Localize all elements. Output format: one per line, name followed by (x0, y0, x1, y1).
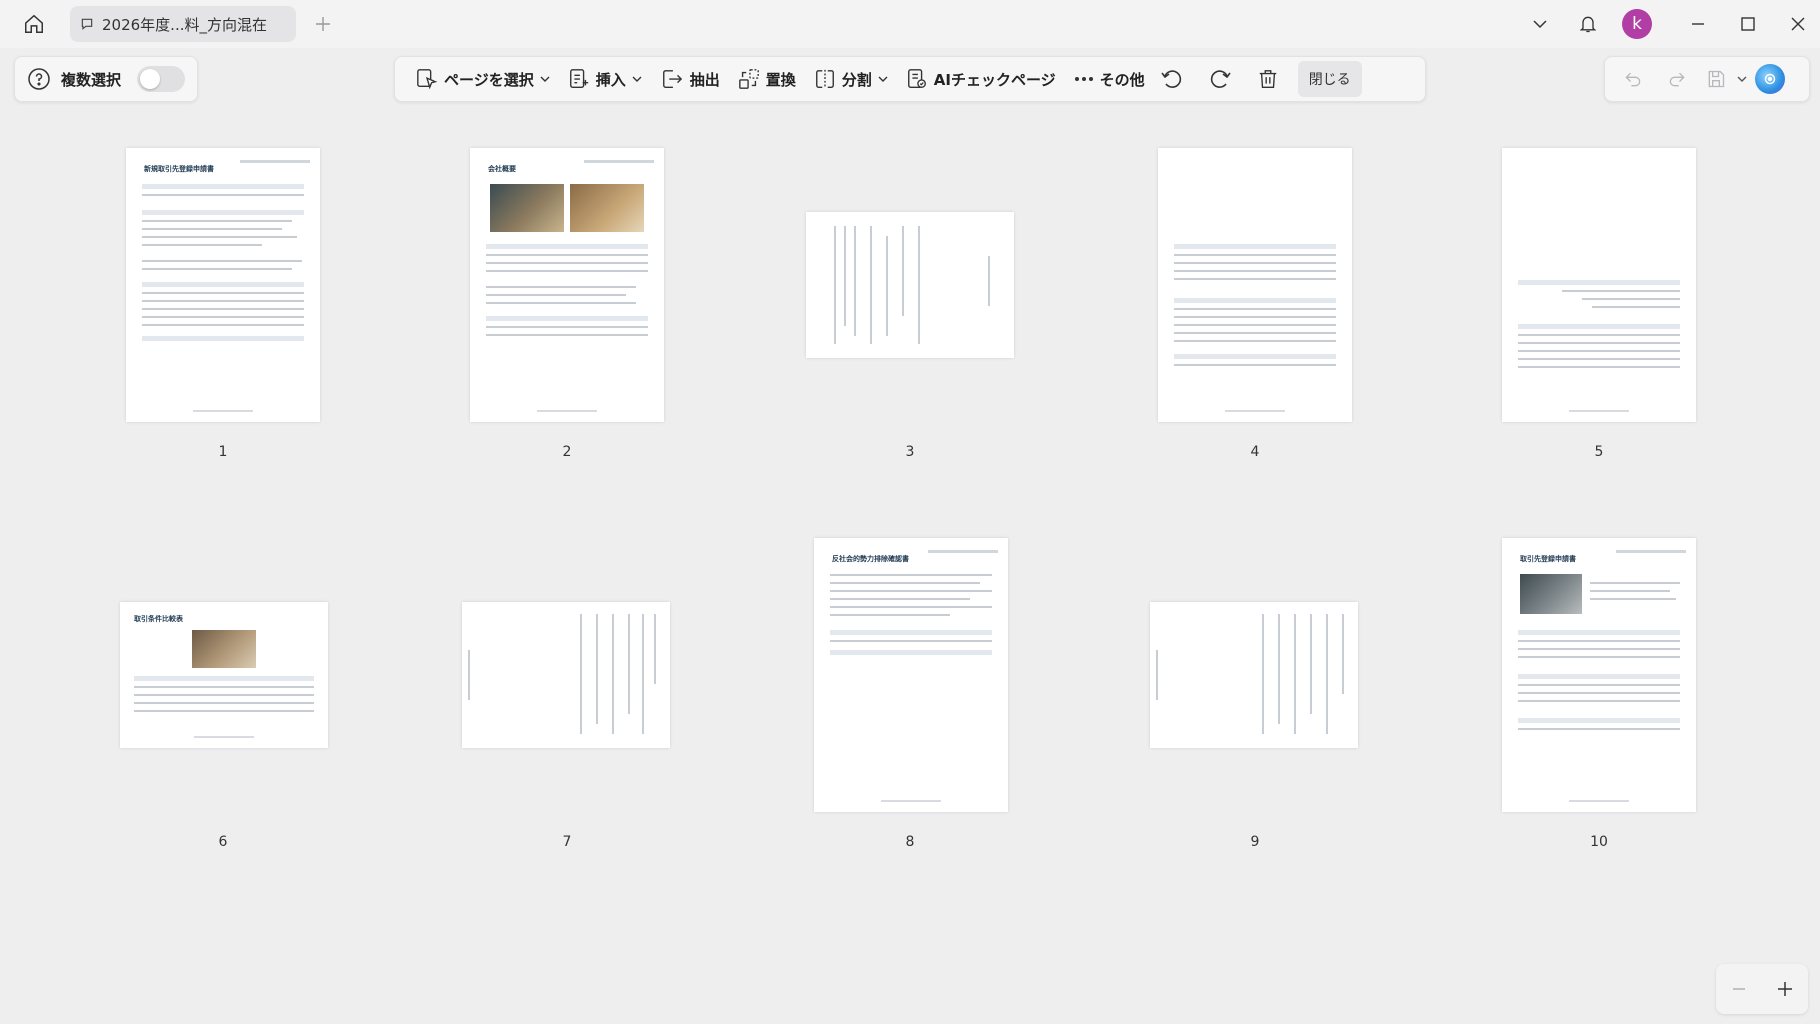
redo-icon (1669, 72, 1685, 87)
page-number: 7 (562, 834, 572, 850)
save-icon (1708, 70, 1725, 88)
page-number: 3 (905, 444, 915, 460)
select-page-label: ページを選択 (444, 70, 534, 89)
comment-icon (81, 18, 93, 30)
user-avatar[interactable]: k (1622, 9, 1652, 39)
insert-label: 挿入 (595, 70, 626, 89)
help-icon[interactable] (27, 67, 51, 91)
rotate-right-icon (1210, 70, 1231, 88)
tab-title: 2026年度...料_方向混在 (102, 15, 267, 34)
new-tab-button[interactable] (306, 8, 340, 40)
page-number: 5 (1594, 444, 1604, 460)
plus-icon (316, 17, 330, 31)
more-button[interactable]: その他 (1065, 61, 1154, 97)
insert-page-icon (569, 69, 588, 88)
close-window-button[interactable] (1782, 8, 1814, 40)
home-button[interactable] (16, 8, 52, 40)
ai-check-label: AIチェックページ (933, 70, 1056, 89)
home-icon (25, 14, 43, 33)
plus-icon (1778, 982, 1792, 996)
replace-label: 置換 (765, 70, 796, 89)
more-label: その他 (1099, 70, 1145, 89)
page-title: 取引先登録申請書 (1520, 555, 1576, 563)
page-thumbnail[interactable]: 反社会的勢力排除確認書 (814, 538, 1008, 812)
extract-icon (662, 70, 682, 88)
save-button[interactable] (1703, 61, 1729, 97)
page-thumbnail[interactable] (462, 602, 670, 748)
page-title: 会社概要 (488, 165, 516, 173)
chevron-down-icon (540, 76, 550, 82)
page-number: 10 (1590, 834, 1608, 850)
page-title: 反社会的勢力排除確認書 (832, 555, 909, 563)
undo-button[interactable] (1615, 61, 1651, 97)
redo-button[interactable] (1659, 61, 1695, 97)
page-number: 1 (218, 444, 228, 460)
page-title: 取引条件比較表 (134, 615, 183, 623)
document-tab[interactable]: 2026年度...料_方向混在 (70, 6, 296, 42)
extract-button[interactable]: 抽出 (651, 61, 729, 97)
minimize-button[interactable] (1682, 8, 1714, 40)
history-panel (1604, 56, 1810, 102)
ai-check-icon (907, 69, 926, 88)
bell-icon (1579, 16, 1597, 33)
insert-button[interactable]: 挿入 (559, 61, 651, 97)
ai-assistant-button[interactable] (1755, 64, 1785, 94)
page-title: 新規取引先登録申請書 (144, 165, 214, 173)
page-thumbnail[interactable] (1158, 148, 1352, 422)
ai-assistant-icon (1764, 73, 1776, 85)
zoom-controls (1716, 964, 1808, 1014)
rotate-left-button[interactable] (1154, 61, 1190, 97)
split-button[interactable]: 分割 (805, 61, 897, 97)
title-bar: 2026年度...料_方向混在 k (0, 0, 1820, 48)
rotate-left-icon (1161, 70, 1181, 88)
page-number: 9 (1250, 834, 1260, 850)
undo-icon (1625, 72, 1641, 87)
extract-label: 抽出 (689, 70, 720, 89)
page-thumbnail[interactable]: 会社概要 (470, 148, 664, 422)
zoom-out-button[interactable] (1722, 972, 1756, 1006)
chevron-down-icon (878, 76, 888, 82)
maximize-icon (1741, 17, 1755, 31)
page-thumbnail[interactable] (1502, 148, 1696, 422)
minimize-icon (1692, 23, 1704, 25)
page-thumbnail[interactable]: 取引先登録申請書 (1502, 538, 1696, 812)
page-number: 8 (905, 834, 915, 850)
more-icon (1074, 77, 1093, 81)
page-thumbnail[interactable] (1150, 602, 1358, 748)
maximize-button[interactable] (1732, 8, 1764, 40)
split-label: 分割 (841, 70, 872, 89)
page-thumbnail[interactable]: 取引条件比較表 (120, 602, 328, 748)
page-thumbnail[interactable] (806, 212, 1014, 358)
toggle-knob (140, 69, 161, 89)
minus-icon (1733, 988, 1745, 990)
rotate-right-button[interactable] (1202, 61, 1238, 97)
split-icon (815, 69, 834, 89)
multi-select-label: 複数選択 (61, 70, 122, 89)
chevron-down-icon (1533, 20, 1547, 29)
trash-icon (1259, 70, 1276, 88)
page-toolbar: ページを選択 挿入 抽出 置換 分割 AIチェックページ その他 閉じる (394, 56, 1426, 102)
ai-check-page-button[interactable]: AIチェックページ (897, 61, 1065, 97)
zoom-in-button[interactable] (1768, 972, 1802, 1006)
chevron-down-icon (632, 76, 642, 82)
replace-button[interactable]: 置換 (729, 61, 805, 97)
chevron-down-icon[interactable] (1737, 74, 1747, 84)
delete-button[interactable] (1250, 61, 1286, 97)
page-number: 2 (562, 444, 572, 460)
close-mode-button[interactable]: 閉じる (1297, 61, 1362, 97)
tab-list-button[interactable] (1524, 8, 1556, 40)
select-pointer-icon (417, 69, 438, 90)
replace-icon (738, 69, 759, 89)
multi-select-panel: 複数選択 (14, 56, 198, 102)
select-page-button[interactable]: ページを選択 (407, 61, 559, 97)
page-number: 6 (218, 834, 228, 850)
close-icon (1791, 17, 1805, 31)
multi-select-toggle[interactable] (137, 66, 186, 92)
page-number: 4 (1250, 444, 1260, 460)
notification-button[interactable] (1572, 8, 1604, 40)
page-thumbnail[interactable]: 新規取引先登録申請書 (126, 148, 320, 422)
page-grid: 新規取引先登録申請書 1 会社概要 2 3 4 5 取引条件比較表 6 7 反社… (6, 112, 1814, 1018)
